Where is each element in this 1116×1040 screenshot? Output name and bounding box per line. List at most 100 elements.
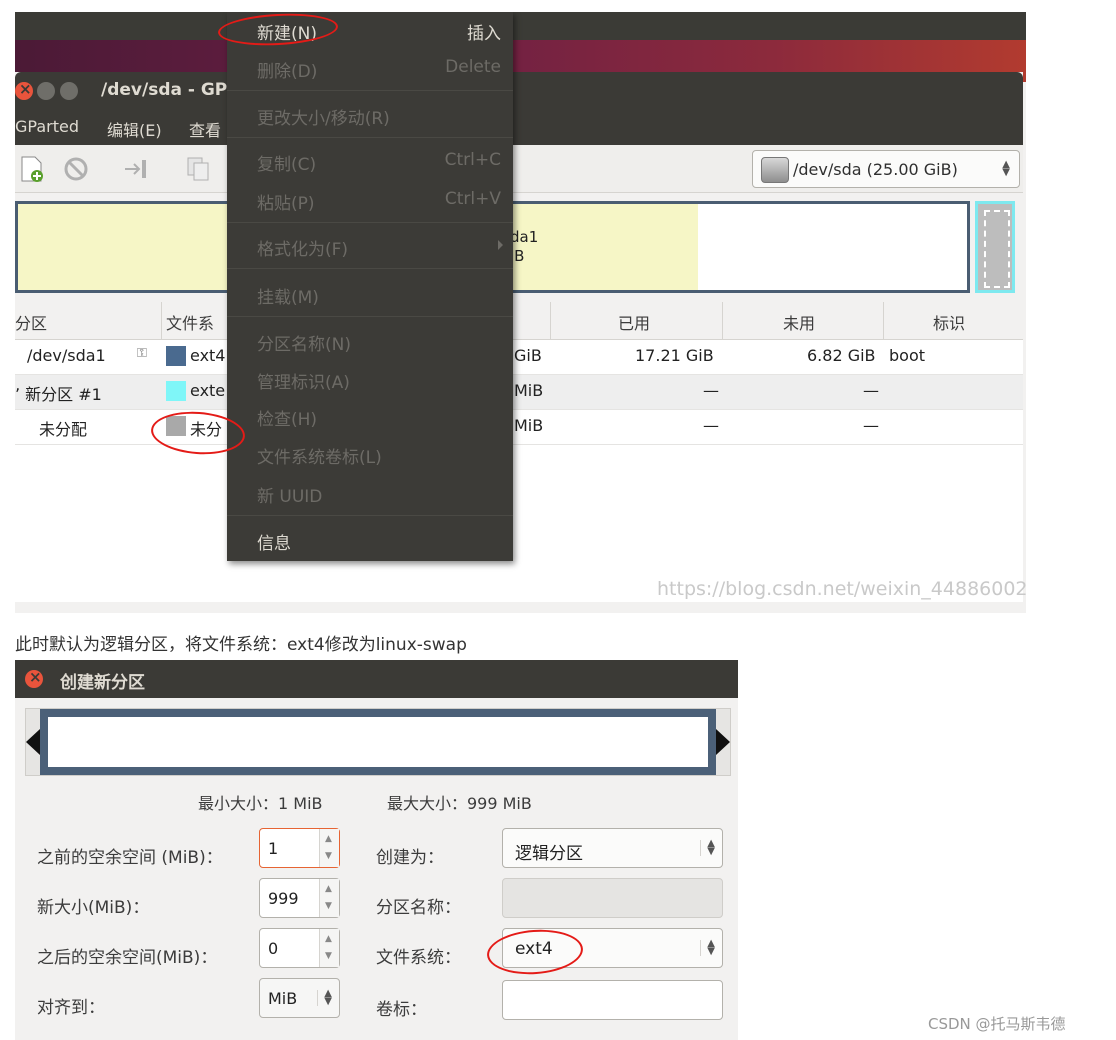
max-size-label: 最大大小：999 MiB — [387, 794, 532, 813]
annotation-circle-filesystem — [485, 926, 585, 978]
menu-item-partition-name[interactable]: 分区名称(N) — [227, 323, 513, 359]
menu-separator — [227, 222, 513, 223]
spinner-buttons[interactable]: ▲ ▼ — [319, 929, 339, 967]
align-unit-value: MiB — [268, 989, 298, 1008]
menu-item-label: 粘贴(P) — [257, 194, 315, 214]
table-row[interactable]: /dev/sda1 ⚿ ext4 GiB 17.21 GiB 6.82 GiB … — [15, 340, 1023, 375]
cell-size: MiB — [514, 416, 544, 435]
menu-item-accel: Ctrl+C — [444, 150, 501, 170]
volume-label-label: 卷标： — [376, 1000, 427, 1020]
device-selector[interactable]: /dev/sda (25.00 GiB) ▲ ▼ — [752, 150, 1020, 188]
menu-item-copy[interactable]: 复制(C) Ctrl+C — [227, 143, 513, 179]
partition-name-field[interactable] — [502, 878, 723, 918]
gparted-window: /dev/sda - GP GParted 编辑(E) 查看 — [15, 72, 1023, 613]
column-separator — [550, 302, 551, 340]
column-unused[interactable]: 未用 — [783, 310, 815, 334]
menu-separator — [227, 316, 513, 317]
volume-label-field[interactable] — [502, 980, 723, 1020]
cell-partition: 未分配 — [39, 420, 88, 439]
menubar: GParted 编辑(E) 查看 — [15, 110, 1023, 145]
window-close-button[interactable] — [15, 80, 33, 100]
column-flags[interactable]: 标识 — [933, 310, 965, 334]
dialog-close-button[interactable] — [25, 668, 43, 688]
partition-resizer[interactable] — [25, 708, 731, 776]
free-before-spinner[interactable]: 1 ▲ ▼ — [259, 828, 340, 868]
caption-text: 此时默认为逻辑分区，将文件系统：ext4修改为linux-swap — [15, 635, 467, 655]
menu-item-manage-flags[interactable]: 管理标识(A) — [227, 361, 513, 397]
menu-item-label: 新 UUID — [257, 487, 323, 507]
free-after-label: 之后的空余空间(MiB)： — [37, 948, 218, 968]
menu-item-check[interactable]: 检查(H) — [227, 398, 513, 434]
new-partition-icon[interactable] — [19, 155, 45, 183]
new-size-value: 999 — [268, 889, 299, 908]
menu-item-mount[interactable]: 挂载(M) — [227, 276, 513, 312]
menu-item-accel: 插入 — [467, 24, 501, 44]
column-used[interactable]: 已用 — [618, 310, 650, 334]
free-before-value: 1 — [268, 839, 279, 858]
window-minimize-button[interactable] — [37, 82, 55, 100]
copy-icon[interactable] — [185, 155, 211, 183]
window-maximize-button[interactable] — [60, 82, 78, 100]
partition-map-label: da1 iB — [510, 228, 538, 266]
spinner-buttons[interactable]: ▲ ▼ — [319, 879, 339, 917]
window-titlebar: /dev/sda - GP — [15, 72, 1023, 110]
menu-item-label: 复制(C) — [257, 155, 317, 175]
spinner-buttons[interactable]: ▲ ▼ — [319, 829, 339, 867]
create-partition-dialog: 创建新分区 最小大小：1 MiB 最大大小：999 MiB 之前的空余空间 (M… — [15, 660, 738, 1040]
menu-separator — [227, 515, 513, 516]
cell-used: 17.21 GiB — [635, 346, 714, 365]
menu-item-accel: Ctrl+V — [444, 189, 501, 209]
menu-item-format-as[interactable]: 格式化为(F) — [227, 228, 513, 264]
watermark: https://blog.csdn.net/weixin_44886002 — [657, 578, 1026, 600]
toolbar: /dev/sda (25.00 GiB) ▲ ▼ — [15, 145, 1023, 193]
menu-item-info[interactable]: 信息 — [227, 522, 513, 558]
menu-item-label: 挂载(M) — [257, 288, 319, 308]
resize-left-handle-icon[interactable] — [26, 729, 40, 755]
column-separator — [883, 302, 884, 340]
updown-arrows-icon: ▲ ▼ — [1002, 159, 1010, 178]
menu-item-fs-label[interactable]: 文件系统卷标(L) — [227, 436, 513, 472]
free-after-spinner[interactable]: 0 ▲ ▼ — [259, 928, 340, 968]
partition-table: 分区 文件系 已用 未用 标识 /dev/sda1 ⚿ ext4 GiB 17.… — [15, 302, 1023, 602]
menu-item-delete[interactable]: 删除(D) Delete — [227, 50, 513, 86]
context-menu: 新建(N) 插入 删除(D) Delete 更改大小/移动(R) 复制(C) C… — [227, 12, 513, 561]
updown-arrows-icon: ▲ ▼ — [700, 839, 715, 857]
min-size-label: 最小大小：1 MiB — [198, 794, 323, 813]
align-unit-select[interactable]: MiB ▲ ▼ — [259, 978, 340, 1018]
menu-item-label: 信息 — [257, 534, 291, 554]
cell-size: GiB — [514, 346, 542, 365]
new-size-label: 新大小(MiB)： — [37, 898, 150, 918]
new-size-spinner[interactable]: 999 ▲ ▼ — [259, 878, 340, 918]
cell-filesystem: exte — [190, 381, 226, 400]
table-row[interactable]: ʼ 新分区 #1 exte MiB — — — [15, 375, 1023, 410]
menu-view[interactable]: 查看 — [189, 117, 221, 141]
partition-size-bar[interactable] — [40, 709, 716, 775]
menu-item-new-uuid[interactable]: 新 UUID — [227, 475, 513, 511]
resize-right-handle-icon[interactable] — [716, 729, 730, 755]
menu-item-label: 格式化为(F) — [257, 240, 349, 260]
cell-size: MiB — [514, 381, 544, 400]
column-separator — [161, 302, 162, 340]
resize-move-icon[interactable] — [123, 155, 149, 183]
partition-name-label: 分区名称： — [376, 898, 461, 918]
submenu-arrow-icon — [498, 240, 503, 250]
menu-gparted[interactable]: GParted — [15, 117, 79, 136]
menu-item-resize-move[interactable]: 更改大小/移动(R) — [227, 97, 513, 133]
menu-edit[interactable]: 编辑(E) — [107, 117, 162, 141]
cell-filesystem: ext4 — [190, 346, 226, 365]
create-as-select[interactable]: 逻辑分区 ▲ ▼ — [502, 828, 723, 868]
cell-unused: — — [863, 381, 879, 400]
cell-partition-name: 新分区 #1 — [25, 385, 102, 404]
partition-map-unallocated[interactable] — [975, 201, 1015, 293]
delete-icon[interactable] — [63, 155, 89, 183]
cell-unused: 6.82 GiB — [807, 346, 876, 365]
menu-item-label: 检查(H) — [257, 410, 318, 430]
column-partition[interactable]: 分区 — [15, 310, 47, 334]
key-icon: ⚿ — [137, 346, 147, 361]
cell-unused: — — [863, 416, 879, 435]
create-as-label: 创建为： — [376, 848, 444, 868]
column-filesystem[interactable]: 文件系 — [166, 310, 214, 334]
device-selector-label: /dev/sda (25.00 GiB) — [793, 160, 958, 179]
dialog-title: 创建新分区 — [60, 673, 145, 693]
menu-item-paste[interactable]: 粘贴(P) Ctrl+V — [227, 182, 513, 218]
